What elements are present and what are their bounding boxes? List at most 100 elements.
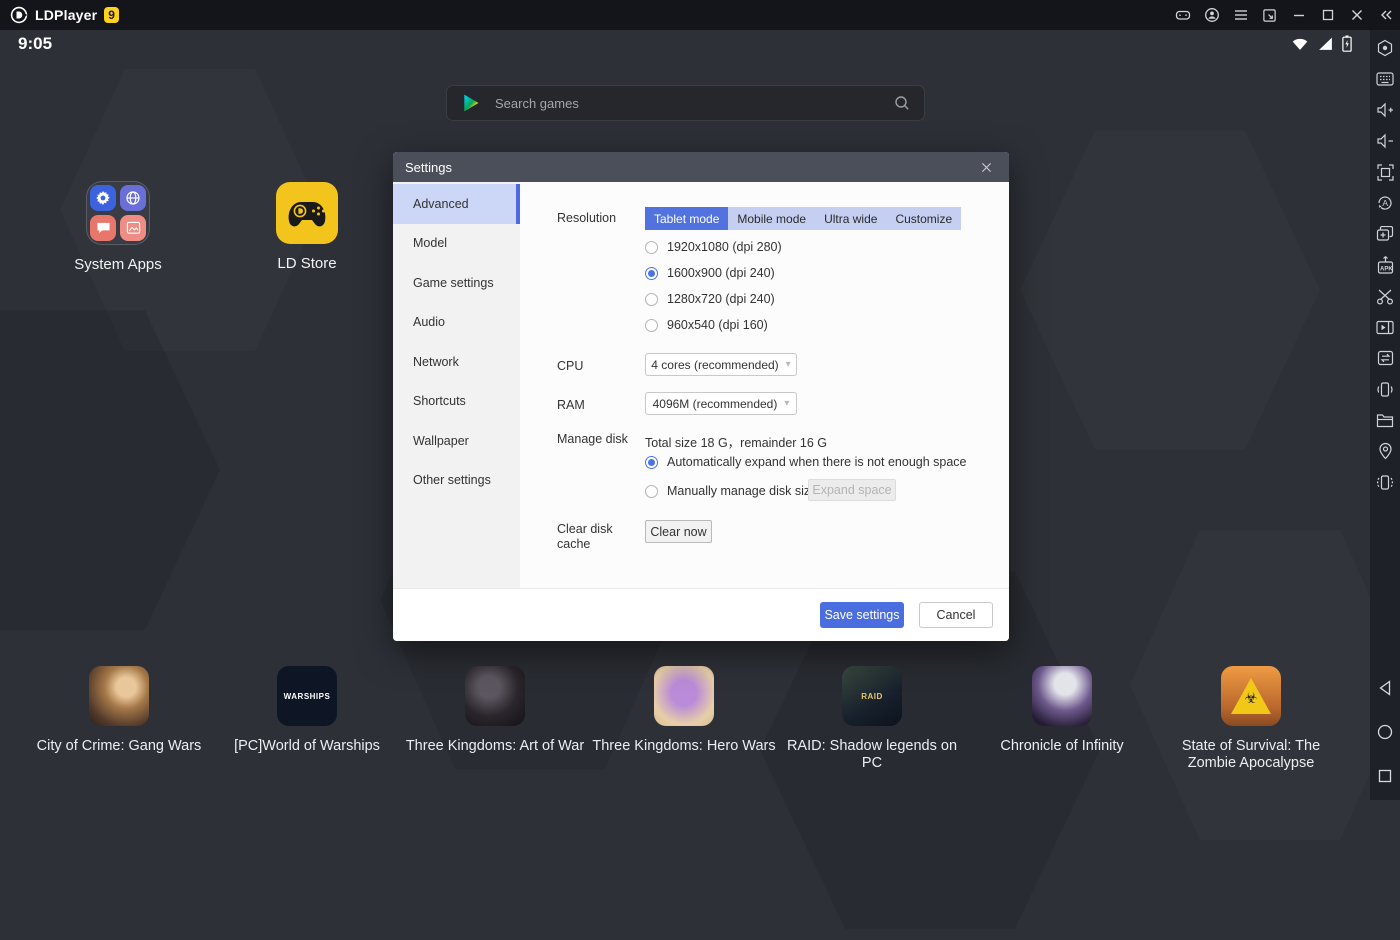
screen-record-icon[interactable] [1374,316,1396,338]
folder-label: System Apps [74,256,162,273]
dock-item-raid-shadow-legends[interactable]: RAID RAID: Shadow legends on PC [778,666,966,772]
app-identity: LDPlayer 9 [0,6,119,24]
gallery-app-icon [120,215,146,241]
tab-customize[interactable]: Customize [886,207,961,230]
manage-disk-label: Manage disk [557,432,628,446]
dock-item-state-of-survival[interactable]: ☣ State of Survival: The Zombie Apocalyp… [1157,666,1345,772]
search-bar[interactable]: Search games [446,85,925,121]
nav-item-audio[interactable]: Audio [393,303,520,343]
shake-icon[interactable] [1374,378,1396,400]
install-apk-icon[interactable]: APK [1374,254,1396,276]
keyboard-icon[interactable] [1374,68,1396,90]
minimize-to-tray-icon[interactable] [1255,0,1284,30]
virtual-gps-icon[interactable] [1374,440,1396,462]
ram-dropdown[interactable]: 4096M (recommended) ▾ [645,392,797,415]
disk-summary: Total size 18 G，remainder 16 G [645,432,827,451]
home-button[interactable] [1375,722,1395,742]
nav-item-shortcuts[interactable]: Shortcuts [393,382,520,422]
tab-tablet-mode[interactable]: Tablet mode [645,207,728,230]
dialog-body: Advanced Model Game settings Audio Netwo… [393,182,1009,588]
minimize-icon[interactable] [1284,0,1313,30]
close-icon[interactable] [1342,0,1371,30]
dock-item-world-of-warships[interactable]: WARSHIPS [PC]World of Warships [213,666,401,755]
volume-up-icon[interactable] [1374,99,1396,121]
clear-now-button[interactable]: Clear now [645,520,712,543]
disk-manual-option[interactable]: Manually manage disk size [645,484,817,498]
game-icon-raid[interactable]: RAID [842,666,902,726]
ram-label: RAM [557,398,585,412]
fullscreen-icon[interactable] [1374,161,1396,183]
nav-item-wallpaper[interactable]: Wallpaper [393,421,520,461]
game-icon-hero-wars[interactable] [654,666,714,726]
resolution-option-1600[interactable]: 1600x900 (dpi 240) [645,266,775,280]
resolution-option-1280[interactable]: 1280x720 (dpi 240) [645,292,775,306]
dock-item-chronicle-of-infinity[interactable]: Chronicle of Infinity [968,666,1156,755]
back-button[interactable] [1375,678,1395,698]
game-icon-state-of-survival[interactable]: ☣ [1221,666,1281,726]
folder-tile[interactable] [86,181,150,245]
game-label: Three Kingdoms: Hero Wars [592,738,775,755]
radio-selected-icon[interactable] [645,456,658,469]
account-icon[interactable] [1197,0,1226,30]
radio-icon[interactable] [645,241,658,254]
chevron-down-icon: ▾ [784,398,789,409]
game-label: Three Kingdoms: Art of War [406,738,584,755]
dock-item-three-kingdoms-art-of-war[interactable]: Three Kingdoms: Art of War [401,666,589,755]
game-label: City of Crime: Gang Wars [37,738,202,755]
radio-icon[interactable] [645,293,658,306]
nav-item-model[interactable]: Model [393,224,520,264]
status-clock: 9:05 [18,34,52,54]
resolution-option-1920[interactable]: 1920x1080 (dpi 280) [645,240,782,254]
expand-space-button[interactable]: Expand space [808,479,896,501]
recents-button[interactable] [1375,766,1395,786]
ld-store-app[interactable]: LD Store [232,182,382,272]
search-icon[interactable] [894,95,910,111]
radio-icon[interactable] [645,485,658,498]
dock-item-three-kingdoms-hero-wars[interactable]: Three Kingdoms: Hero Wars [590,666,778,755]
maximize-icon[interactable] [1313,0,1342,30]
rotate-screen-icon[interactable]: A [1374,192,1396,214]
tab-mobile-mode[interactable]: Mobile mode [728,207,815,230]
cpu-label: CPU [557,359,583,373]
svg-text:APK: APK [1380,266,1393,272]
nav-item-advanced[interactable]: Advanced [393,184,520,224]
save-settings-button[interactable]: Save settings [820,602,904,628]
dialog-close-icon[interactable] [975,156,997,178]
hexagon-decoration [0,300,220,640]
game-icon-city-of-crime[interactable] [89,666,149,726]
cpu-dropdown[interactable]: 4 cores (recommended) ▾ [645,353,797,376]
window-titlebar: LDPlayer 9 [0,0,1400,30]
settings-app-icon [90,185,116,211]
tab-ultra-wide[interactable]: Ultra wide [815,207,886,230]
dock-item-city-of-crime[interactable]: City of Crime: Gang Wars [25,666,213,755]
play-store-icon [461,92,481,114]
nav-item-game-settings[interactable]: Game settings [393,263,520,303]
collapse-toolbar-icon[interactable] [1371,0,1400,30]
game-label: Chronicle of Infinity [1000,738,1123,755]
biohazard-sign: ☣ [1231,678,1271,714]
ld-store-tile[interactable] [276,182,338,244]
radio-icon[interactable] [645,319,658,332]
operation-sync-icon[interactable] [1374,347,1396,369]
multi-instance-icon[interactable] [1374,223,1396,245]
nav-item-network[interactable]: Network [393,342,520,382]
game-label: RAID: Shadow legends on PC [778,738,966,772]
dialog-header[interactable]: Settings [393,152,1009,182]
game-icon-art-of-war[interactable] [465,666,525,726]
cancel-button[interactable]: Cancel [919,602,993,628]
radio-selected-icon[interactable] [645,267,658,280]
menu-icon[interactable] [1226,0,1255,30]
nav-item-other-settings[interactable]: Other settings [393,461,520,501]
game-icon-chronicle-of-infinity[interactable] [1032,666,1092,726]
rotate-device-icon[interactable] [1374,471,1396,493]
volume-down-icon[interactable] [1374,130,1396,152]
resolution-option-960[interactable]: 960x540 (dpi 160) [645,318,768,332]
system-apps-folder[interactable]: System Apps [43,181,193,273]
shared-folder-icon[interactable] [1374,409,1396,431]
operation-mode-icon[interactable] [1374,37,1396,59]
screenshot-scissors-icon[interactable] [1374,285,1396,307]
game-icon-world-of-warships[interactable]: WARSHIPS [277,666,337,726]
disk-auto-option[interactable]: Automatically expand when there is not e… [645,455,967,469]
gamepad-icon[interactable] [1168,0,1197,30]
signal-icon [1317,36,1334,51]
